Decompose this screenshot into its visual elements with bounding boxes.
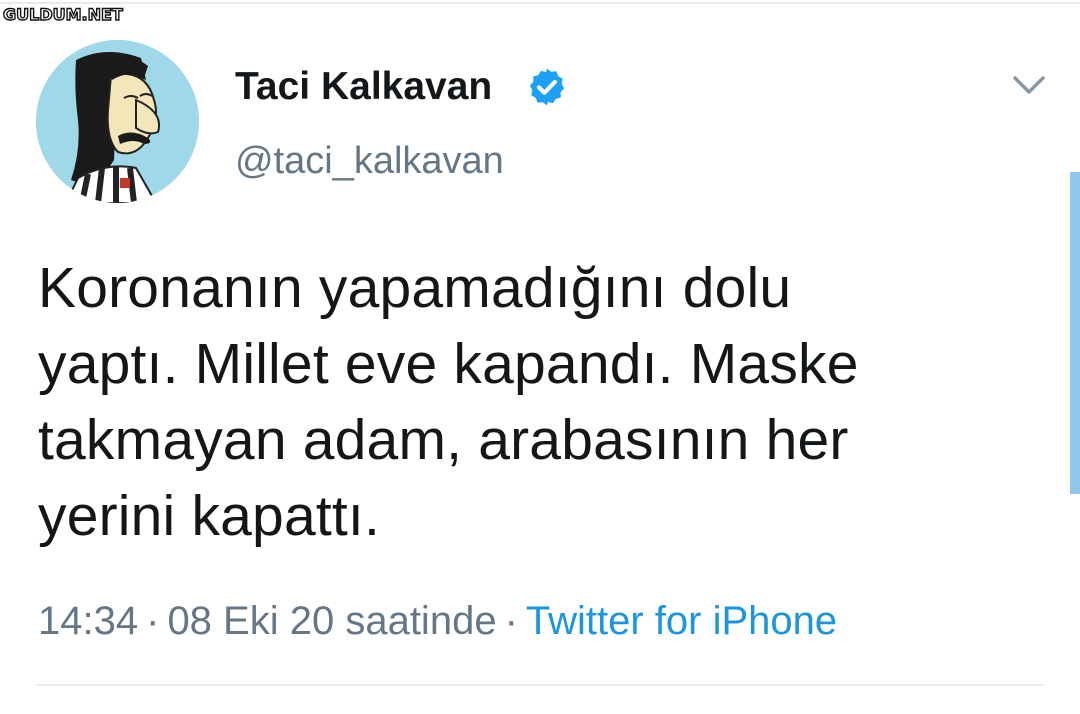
verified-badge-icon	[529, 68, 565, 106]
top-divider	[0, 2, 1080, 4]
separator-dot: ·	[146, 599, 160, 643]
avatar-cartoon-image	[36, 40, 199, 203]
tweet-source-link[interactable]: Twitter for iPhone	[526, 599, 837, 643]
chevron-down-icon[interactable]	[1010, 70, 1048, 100]
bottom-divider	[36, 684, 1044, 686]
tweet-date[interactable]: 08 Eki 20 saatinde	[167, 599, 496, 643]
separator-dot: ·	[504, 599, 518, 643]
tweet-text: Koronanın yapamadığını dolu yaptı. Mille…	[38, 256, 859, 548]
display-name[interactable]: Taci Kalkavan	[235, 64, 492, 110]
watermark-logo: GULDUM.NET	[2, 5, 123, 24]
tweet-metadata: 14:34 · 08 Eki 20 saatinde · Twitter for iPh…	[38, 596, 837, 646]
scrollbar[interactable]	[1070, 172, 1080, 494]
avatar[interactable]	[36, 40, 199, 203]
user-handle[interactable]: @taci_kalkavan	[235, 138, 504, 184]
tweet-time[interactable]: 14:34	[38, 599, 138, 643]
